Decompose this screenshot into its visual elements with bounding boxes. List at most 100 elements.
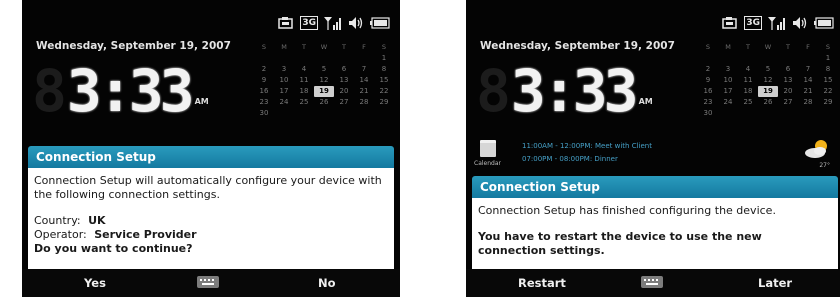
calendar-day[interactable]: 5 [758,64,778,75]
calendar-day[interactable]: 23 [254,97,274,108]
calendar-day[interactable]: 29 [374,97,394,108]
calendar-day[interactable]: 8 [818,64,838,75]
calendar-icon[interactable] [480,140,496,157]
calendar-day[interactable]: 29 [818,97,838,108]
volume-icon[interactable] [348,15,364,31]
calendar-day[interactable]: 1 [818,53,838,64]
calendar-weekday: F [806,43,810,51]
calendar-day [818,108,838,119]
calendar-week-row: 2345678 [698,64,840,75]
yes-softkey[interactable]: Yes [84,269,106,297]
later-softkey[interactable]: Later [758,269,792,297]
status-bar: 3G [722,14,834,32]
keyboard-icon[interactable] [197,276,219,288]
calendar-day[interactable]: 16 [698,86,718,97]
connectivity-icon[interactable] [722,15,738,31]
calendar-day[interactable]: 19 [314,86,334,97]
calendar-day[interactable]: 17 [718,86,738,97]
calendar-day[interactable]: 21 [354,86,374,97]
calendar-day[interactable]: 27 [334,97,354,108]
calendar-day[interactable]: 11 [294,75,314,86]
clock[interactable]: 8 3:33 AM [32,62,209,120]
network-3g-icon[interactable]: 3G [744,15,762,31]
calendar-day[interactable]: 24 [718,97,738,108]
calendar-day[interactable]: 14 [798,75,818,86]
calendar-day[interactable]: 3 [274,64,294,75]
calendar-day[interactable]: 1 [374,53,394,64]
signal-strength-icon[interactable] [324,15,342,31]
restart-message: You have to restart the device to use th… [478,230,762,257]
calendar-day[interactable]: 6 [334,64,354,75]
network-type-label: 3G [300,16,318,30]
calendar-day[interactable]: 25 [738,97,758,108]
calendar-day[interactable]: 17 [274,86,294,97]
calendar-day[interactable]: 26 [314,97,334,108]
restart-softkey[interactable]: Restart [518,269,566,297]
calendar-day[interactable]: 19 [758,86,778,97]
calendar-day[interactable]: 10 [718,75,738,86]
calendar-day [254,53,274,64]
calendar-day[interactable]: 15 [818,75,838,86]
calendar-day[interactable]: 6 [778,64,798,75]
calendar-day[interactable]: 14 [354,75,374,86]
battery-icon[interactable] [370,15,390,31]
calendar-day [354,108,374,119]
phone-screen-2: 3G Wednesday, September 19, 2007 8 3:33 … [466,0,840,297]
status-bar: 3G [278,14,390,32]
calendar-day[interactable]: 18 [738,86,758,97]
calendar-day[interactable]: 26 [758,97,778,108]
calendar-day[interactable]: 27 [778,97,798,108]
volume-icon[interactable] [792,15,808,31]
calendar-day[interactable]: 28 [798,97,818,108]
calendar-day[interactable]: 7 [798,64,818,75]
calendar-day[interactable]: 13 [778,75,798,86]
signal-strength-icon[interactable] [768,15,786,31]
calendar-day[interactable]: 22 [374,86,394,97]
calendar-day[interactable]: 22 [818,86,838,97]
calendar-weekday: T [342,43,346,51]
calendar-day[interactable]: 20 [778,86,798,97]
calendar-day[interactable]: 11 [738,75,758,86]
clock-ampm: AM [638,97,653,106]
calendar-day[interactable]: 30 [698,108,718,119]
calendar-day[interactable]: 8 [374,64,394,75]
keyboard-icon[interactable] [641,276,663,288]
calendar-day[interactable]: 12 [314,75,334,86]
calendar-day[interactable]: 3 [718,64,738,75]
calendar-day[interactable]: 25 [294,97,314,108]
month-calendar[interactable]: S M T W T F S 1 2 3 4 5 6 7 8 9 10 11 12 13 14 15 16 17 1… [254,42,398,119]
calendar-day[interactable]: 9 [698,75,718,86]
weather-icon[interactable] [804,138,832,164]
calendar-day[interactable]: 15 [374,75,394,86]
calendar-day[interactable]: 5 [314,64,334,75]
calendar-day[interactable]: 28 [354,97,374,108]
calendar-day[interactable]: 7 [354,64,374,75]
calendar-day [798,108,818,119]
calendar-day[interactable]: 16 [254,86,274,97]
network-3g-icon[interactable]: 3G [300,15,318,31]
calendar-day[interactable]: 2 [254,64,274,75]
calendar-day[interactable]: 9 [254,75,274,86]
calendar-day[interactable]: 13 [334,75,354,86]
no-softkey[interactable]: No [318,269,336,297]
calendar-day[interactable]: 2 [698,64,718,75]
calendar-day[interactable]: 4 [294,64,314,75]
calendar-day[interactable]: 20 [334,86,354,97]
calendar-day[interactable]: 4 [738,64,758,75]
calendar-day[interactable]: 23 [698,97,718,108]
connectivity-icon[interactable] [278,15,294,31]
appointment-item[interactable]: 11:00AM - 12:00PM: Meet with Client [522,142,652,150]
battery-icon[interactable] [814,15,834,31]
calendar-day[interactable]: 30 [254,108,274,119]
calendar-day[interactable]: 12 [758,75,778,86]
appointment-item[interactable]: 07:00PM - 08:00PM: Dinner [522,155,618,163]
calendar-day[interactable]: 10 [274,75,294,86]
calendar-day[interactable]: 18 [294,86,314,97]
calendar-day[interactable]: 21 [798,86,818,97]
calendar-day [294,108,314,119]
clock-time: 3:33 [510,57,639,125]
calendar-day[interactable]: 24 [274,97,294,108]
clock[interactable]: 8 3:33 AM [476,62,653,120]
month-calendar[interactable]: S M T W T F S 1 2 3 4 5 6 7 8 9 10 11 12 13 14 15 16 17 1… [698,42,840,119]
dialog-body: Connection Setup has finished configurin… [472,198,838,269]
